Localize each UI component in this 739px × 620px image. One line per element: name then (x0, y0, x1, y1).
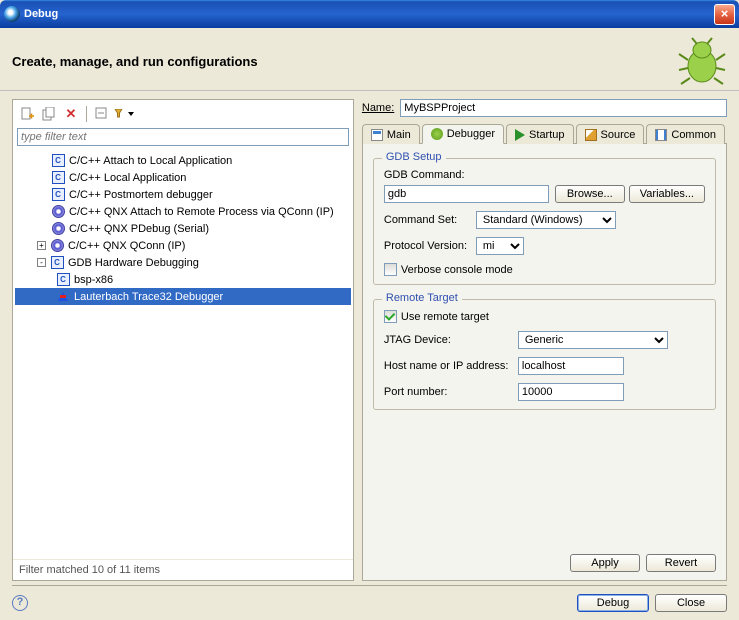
protocol-version-select[interactable]: mi (476, 237, 524, 255)
tab-common[interactable]: Common (646, 124, 725, 144)
gdb-setup-group: GDB Setup GDB Command: Browse... Variabl… (373, 158, 716, 285)
tree-item-label: bsp-x86 (74, 274, 113, 286)
host-label: Host name or IP address: (384, 360, 518, 372)
c-launch-icon: C (50, 187, 66, 203)
tree-item-label: C/C++ Postmortem debugger (69, 189, 213, 201)
trace32-icon (55, 289, 71, 305)
config-editor: Name: Main Debugger Startup Source Common GD… (362, 99, 727, 581)
qnx-launch-icon (49, 238, 65, 254)
tab-label: Debugger (447, 128, 495, 140)
browse-button[interactable]: Browse... (555, 185, 625, 203)
config-tree[interactable]: CC/C++ Attach to Local ApplicationCC/C++… (13, 150, 353, 559)
command-set-label: Command Set: (384, 214, 476, 226)
tree-item-label: C/C++ Local Application (69, 172, 186, 184)
expander-icon[interactable]: + (37, 241, 46, 250)
main-tab-icon (371, 129, 383, 141)
protocol-version-label: Protocol Version: (384, 240, 476, 252)
tree-item-label: GDB Hardware Debugging (68, 257, 199, 269)
tab-source[interactable]: Source (576, 124, 645, 144)
c-launch-icon: C (49, 255, 65, 271)
gdb-command-input[interactable] (384, 185, 549, 203)
delete-config-icon[interactable]: ✕ (61, 104, 81, 124)
tree-item[interactable]: -CGDB Hardware Debugging (15, 254, 351, 271)
tree-item[interactable]: C/C++ QNX PDebug (Serial) (15, 220, 351, 237)
debugger-tab-icon (431, 128, 443, 140)
tree-item[interactable]: CC/C++ Postmortem debugger (15, 186, 351, 203)
jtag-device-label: JTAG Device: (384, 334, 518, 346)
tree-item-label: C/C++ Attach to Local Application (69, 155, 232, 167)
tree-item[interactable]: Lauterbach Trace32 Debugger (15, 288, 351, 305)
revert-button[interactable]: Revert (646, 554, 716, 572)
jtag-device-select[interactable]: Generic (518, 331, 668, 349)
tab-label: Startup (529, 129, 564, 141)
debug-bug-icon (677, 36, 727, 86)
debugger-tab-body: GDB Setup GDB Command: Browse... Variabl… (362, 144, 727, 581)
qnx-launch-icon (50, 221, 66, 237)
tab-label: Common (671, 129, 716, 141)
close-button[interactable]: Close (655, 594, 727, 612)
c-launch-icon: C (50, 153, 66, 169)
startup-tab-icon (515, 129, 525, 141)
page-title: Create, manage, and run configurations (12, 54, 677, 69)
gdb-setup-title: GDB Setup (382, 151, 446, 163)
collapse-all-icon[interactable] (92, 104, 112, 124)
titlebar: Debug × (0, 0, 739, 28)
command-set-select[interactable]: Standard (Windows) (476, 211, 616, 229)
config-toolbar: ✕ (13, 100, 353, 128)
c-launch-icon: C (50, 170, 66, 186)
tree-item[interactable]: CC/C++ Attach to Local Application (15, 152, 351, 169)
duplicate-config-icon[interactable] (39, 104, 59, 124)
remote-target-group: Remote Target Use remote target JTAG Dev… (373, 299, 716, 410)
tree-item[interactable]: C/C++ QNX Attach to Remote Process via Q… (15, 203, 351, 220)
port-label: Port number: (384, 386, 518, 398)
tree-item-label: C/C++ QNX PDebug (Serial) (69, 223, 209, 235)
tab-label: Source (601, 129, 636, 141)
tree-item[interactable]: CC/C++ Local Application (15, 169, 351, 186)
app-icon (4, 6, 20, 22)
expander-icon[interactable]: - (37, 258, 46, 267)
apply-button[interactable]: Apply (570, 554, 640, 572)
verbose-checkbox[interactable] (384, 263, 397, 276)
qnx-launch-icon (50, 204, 66, 220)
host-input[interactable] (518, 357, 624, 375)
filter-count-label: Filter matched 10 of 11 items (13, 559, 353, 580)
filter-menu-icon[interactable] (114, 104, 134, 124)
header: Create, manage, and run configurations (0, 28, 739, 91)
config-panel: ✕ CC/C++ Attach to Local ApplicationCC/C… (12, 99, 354, 581)
tree-item-label: C/C++ QNX Attach to Remote Process via Q… (69, 206, 334, 218)
variables-button[interactable]: Variables... (629, 185, 705, 203)
tree-item-label: C/C++ QNX QConn (IP) (68, 240, 185, 252)
tab-main[interactable]: Main (362, 124, 420, 144)
use-remote-label: Use remote target (401, 311, 489, 323)
port-input[interactable] (518, 383, 624, 401)
tree-item[interactable]: + C/C++ QNX QConn (IP) (15, 237, 351, 254)
new-config-icon[interactable] (17, 104, 37, 124)
debug-button[interactable]: Debug (577, 594, 649, 612)
tabs: Main Debugger Startup Source Common (362, 123, 727, 144)
window-title: Debug (24, 8, 714, 20)
tree-item[interactable]: Cbsp-x86 (15, 271, 351, 288)
common-tab-icon (655, 129, 667, 141)
tab-label: Main (387, 129, 411, 141)
c-launch-icon: C (55, 272, 71, 288)
remote-target-title: Remote Target (382, 292, 462, 304)
help-icon[interactable]: ? (12, 595, 28, 611)
tab-startup[interactable]: Startup (506, 124, 573, 144)
name-label: Name: (362, 102, 394, 114)
tab-debugger[interactable]: Debugger (422, 124, 504, 144)
tree-item-label: Lauterbach Trace32 Debugger (74, 291, 223, 303)
filter-input[interactable] (17, 128, 349, 146)
close-icon[interactable]: × (714, 4, 735, 25)
gdb-command-label: GDB Command: (384, 169, 465, 181)
verbose-label: Verbose console mode (401, 264, 513, 276)
config-name-input[interactable] (400, 99, 727, 117)
source-tab-icon (585, 129, 597, 141)
footer: ? Debug Close (0, 586, 739, 620)
use-remote-checkbox[interactable] (384, 310, 397, 323)
